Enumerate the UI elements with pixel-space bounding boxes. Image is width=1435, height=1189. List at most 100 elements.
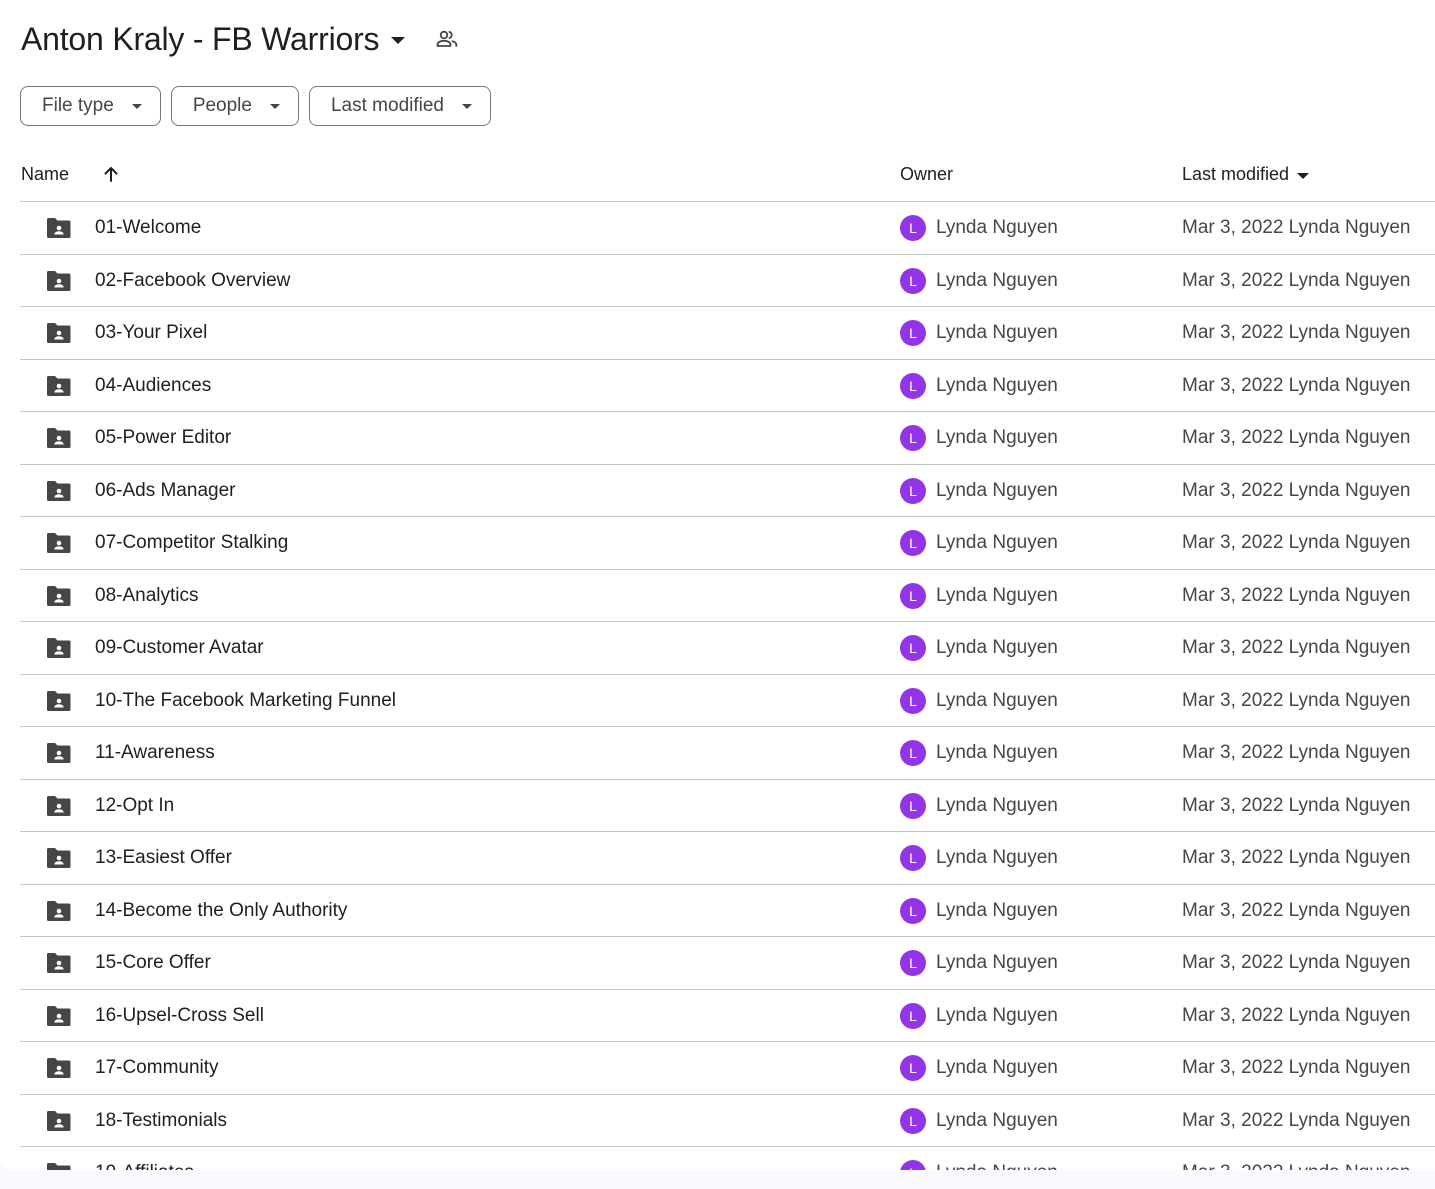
file-owner: Lynda Nguyen [936, 532, 1058, 553]
folder-menu-caret-icon[interactable] [391, 36, 406, 44]
file-name[interactable]: 02-Facebook Overview [95, 270, 290, 292]
file-row[interactable]: 06-Ads Manager L Lynda Nguyen Mar 3, 202… [20, 465, 1435, 517]
owner-avatar: L [900, 687, 926, 714]
file-row[interactable]: 18-Testimonials L Lynda Nguyen Mar 3, 20… [20, 1095, 1435, 1147]
file-owner: Lynda Nguyen [936, 374, 1058, 396]
shared-folder-icon [45, 952, 72, 980]
shared-folder-icon [45, 1057, 72, 1085]
owner-avatar: L [900, 950, 926, 976]
owner-avatar: L [900, 267, 926, 294]
shared-folder-icon [45, 900, 72, 928]
column-header-name[interactable]: Name [21, 164, 69, 185]
sort-ascending-arrow-icon[interactable] [102, 165, 120, 188]
owner-avatar: L [900, 425, 926, 451]
column-header-last-modified[interactable]: Last modified [1182, 164, 1310, 185]
folder-title[interactable]: Anton Kraly - FB Warriors [21, 21, 380, 58]
file-row[interactable]: 10-The Facebook Marketing Funnel L Lynda… [20, 675, 1435, 727]
file-row[interactable]: 03-Your Pixel L Lynda Nguyen Mar 3, 2022… [20, 307, 1435, 360]
owner-avatar: L [900, 740, 926, 766]
shared-folder-icon [45, 375, 72, 403]
file-row[interactable]: 08-Analytics L Lynda Nguyen Mar 3, 2022 … [20, 570, 1435, 622]
file-row[interactable]: 04-Audiences L Lynda Nguyen Mar 3, 2022 … [20, 360, 1435, 412]
owner-avatar: L [900, 845, 926, 871]
dropdown-caret-icon [1297, 172, 1310, 179]
owner-avatar: L [900, 1002, 926, 1029]
file-owner: Lynda Nguyen [936, 794, 1058, 816]
shared-people-icon[interactable] [435, 27, 459, 51]
filter-label: Last modified [330, 95, 444, 116]
shared-folder-icon [45, 532, 72, 560]
owner-avatar: L [900, 1160, 926, 1170]
column-header-owner[interactable]: Owner [900, 164, 953, 185]
file-name[interactable]: 12-Opt In [95, 795, 174, 817]
file-row[interactable]: 16-Upsel-Cross Sell L Lynda Nguyen Mar 3… [20, 990, 1435, 1042]
file-row[interactable]: 14-Become the Only Authority L Lynda Ngu… [20, 885, 1435, 937]
shared-folder-icon [45, 742, 72, 770]
shared-folder-icon [45, 217, 72, 245]
file-row[interactable]: 17-Community L Lynda Nguyen Mar 3, 2022 … [20, 1042, 1435, 1095]
shared-folder-icon [45, 270, 72, 298]
file-row[interactable]: 05-Power Editor L Lynda Nguyen Mar 3, 20… [20, 412, 1435, 465]
file-row[interactable]: 09-Customer Avatar L Lynda Nguyen Mar 3,… [20, 622, 1435, 675]
owner-avatar: L [900, 320, 926, 346]
file-name[interactable]: 04-Audiences [95, 375, 211, 397]
file-owner: Lynda Nguyen [936, 479, 1058, 501]
file-row[interactable]: 12-Opt In L Lynda Nguyen Mar 3, 2022 Lyn… [20, 780, 1435, 832]
file-last-modified: Mar 3, 2022 Lynda Nguyen [1182, 1109, 1411, 1131]
file-name[interactable]: 06-Ads Manager [95, 480, 235, 502]
shared-folder-icon [45, 795, 72, 823]
file-row[interactable]: 15-Core Offer L Lynda Nguyen Mar 3, 2022… [20, 937, 1435, 990]
drive-content-panel: Anton Kraly - FB Warriors File type Peop… [0, 0, 1435, 1170]
file-owner: Lynda Nguyen [936, 217, 1058, 238]
dropdown-caret-icon [269, 103, 280, 109]
shared-folder-icon [45, 690, 72, 718]
file-name[interactable]: 19-Affiliates [95, 1162, 194, 1170]
file-row[interactable]: 02-Facebook Overview L Lynda Nguyen Mar … [20, 255, 1435, 307]
owner-avatar: L [900, 635, 926, 661]
file-name[interactable]: 03-Your Pixel [95, 322, 207, 344]
file-name[interactable]: 13-Easiest Offer [95, 847, 232, 869]
file-owner: Lynda Nguyen [936, 847, 1058, 868]
people-filter[interactable]: People [170, 86, 299, 126]
file-name[interactable]: 07-Competitor Stalking [95, 532, 288, 554]
folder-title-row: Anton Kraly - FB Warriors [21, 14, 459, 64]
file-owner: Lynda Nguyen [936, 742, 1058, 763]
file-name[interactable]: 08-Analytics [95, 585, 199, 607]
owner-avatar: L [900, 530, 926, 556]
shared-folder-icon [45, 637, 72, 665]
file-name[interactable]: 18-Testimonials [95, 1110, 227, 1132]
file-type-filter[interactable]: File type [20, 86, 161, 126]
file-row[interactable]: 01-Welcome L Lynda Nguyen Mar 3, 2022 Ly… [20, 202, 1435, 255]
file-last-modified: Mar 3, 2022 Lynda Nguyen [1182, 479, 1411, 501]
dropdown-caret-icon [131, 103, 142, 109]
last-modified-filter[interactable]: Last modified [308, 86, 491, 126]
file-list: 01-Welcome L Lynda Nguyen Mar 3, 2022 Ly… [20, 202, 1435, 1170]
shared-folder-icon [45, 847, 72, 875]
file-row[interactable]: 11-Awareness L Lynda Nguyen Mar 3, 2022 … [20, 727, 1435, 780]
file-name[interactable]: 15-Core Offer [95, 952, 211, 974]
file-last-modified: Mar 3, 2022 Lynda Nguyen [1182, 532, 1411, 553]
file-name[interactable]: 17-Community [95, 1057, 219, 1079]
file-row[interactable]: 19-Affiliates L Lynda Nguyen Mar 3, 2022… [20, 1147, 1435, 1170]
owner-avatar: L [900, 477, 926, 504]
file-name[interactable]: 16-Upsel-Cross Sell [95, 1005, 264, 1027]
file-name[interactable]: 09-Customer Avatar [95, 637, 264, 659]
file-owner: Lynda Nguyen [936, 1109, 1058, 1131]
file-name[interactable]: 10-The Facebook Marketing Funnel [95, 690, 396, 712]
file-owner: Lynda Nguyen [936, 952, 1058, 973]
file-last-modified: Mar 3, 2022 Lynda Nguyen [1182, 269, 1411, 291]
file-last-modified: Mar 3, 2022 Lynda Nguyen [1182, 1004, 1411, 1026]
file-owner: Lynda Nguyen [936, 427, 1058, 448]
file-row[interactable]: 13-Easiest Offer L Lynda Nguyen Mar 3, 2… [20, 832, 1435, 885]
file-row[interactable]: 07-Competitor Stalking L Lynda Nguyen Ma… [20, 517, 1435, 570]
file-last-modified: Mar 3, 2022 Lynda Nguyen [1182, 322, 1411, 343]
file-last-modified: Mar 3, 2022 Lynda Nguyen [1182, 637, 1411, 658]
owner-avatar: L [900, 897, 926, 924]
column-header-last-modified-label: Last modified [1182, 164, 1290, 184]
file-name[interactable]: 01-Welcome [95, 217, 201, 239]
file-name[interactable]: 14-Become the Only Authority [95, 900, 347, 922]
file-name[interactable]: 05-Power Editor [95, 427, 231, 449]
owner-avatar: L [900, 792, 926, 819]
file-name[interactable]: 11-Awareness [95, 742, 215, 764]
file-last-modified: Mar 3, 2022 Lynda Nguyen [1182, 794, 1411, 816]
